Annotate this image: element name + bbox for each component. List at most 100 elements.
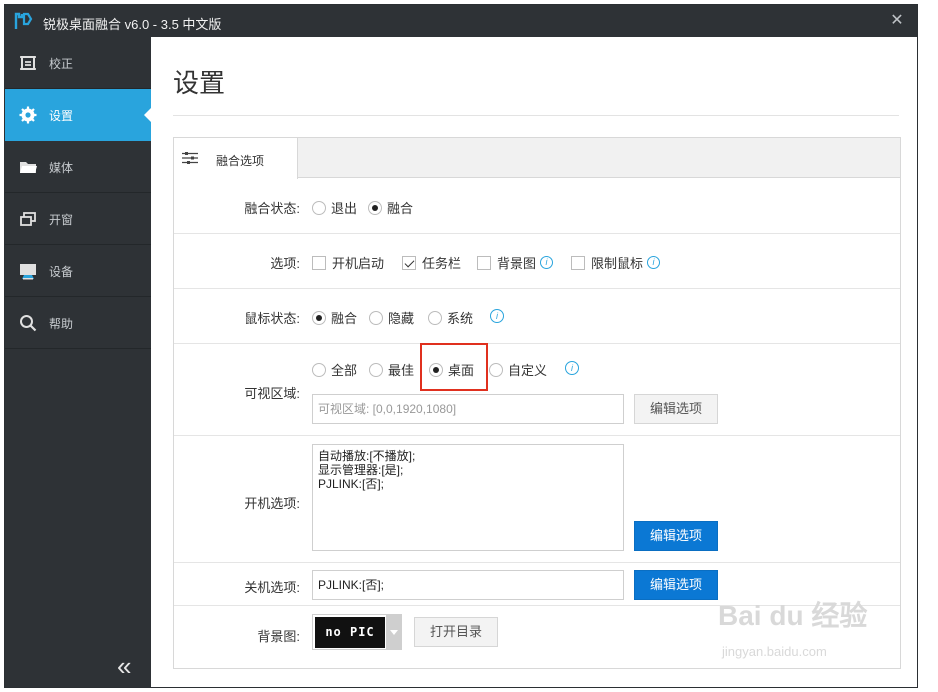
- app-window: 锐极桌面融合 v6.0 - 3.5 中文版 ✕ 校正 设置 媒体 开窗 设备 帮…: [4, 4, 918, 688]
- info-icon[interactable]: i: [565, 361, 579, 375]
- mouse-state-option-system[interactable]: 系统: [428, 308, 473, 327]
- option-label: 任务栏: [422, 256, 462, 271]
- tab-label: 融合选项: [216, 154, 265, 168]
- divider: [173, 115, 899, 116]
- visible-area-option-all[interactable]: 全部: [312, 360, 357, 379]
- boot-options-row: 开机选项: 自动播放:[不播放]; 显示管理器:[是]; PJLINK:[否];…: [174, 436, 900, 563]
- sidebar-item-label: 帮助: [49, 317, 74, 331]
- option-label: 限制鼠标: [591, 256, 644, 271]
- sidebar-item-window[interactable]: 开窗: [5, 193, 151, 245]
- boot-option-line: 自动播放:[不播放];: [318, 449, 416, 463]
- display-device-icon: [20, 264, 36, 280]
- sidebar-item-label: 校正: [49, 57, 74, 71]
- visible-area-option-desktop[interactable]: 桌面: [429, 360, 474, 379]
- radio-button[interactable]: [368, 200, 382, 215]
- option-label: 退出: [331, 201, 358, 216]
- checkbox[interactable]: [402, 255, 416, 270]
- sidebar: 校正 设置 媒体 开窗 设备 帮助 «: [5, 37, 152, 687]
- boot-options-textarea[interactable]: 自动播放:[不播放]; 显示管理器:[是]; PJLINK:[否];: [312, 444, 624, 551]
- boot-options-edit-button[interactable]: 编辑选项: [634, 521, 718, 551]
- watermark: Bai du 经验: [718, 600, 868, 631]
- option-label: 开机启动: [332, 256, 385, 271]
- collapse-sidebar-button[interactable]: «: [117, 651, 131, 682]
- radio-button[interactable]: [369, 310, 383, 325]
- radio-button[interactable]: [428, 310, 442, 325]
- background-thumbnail: no PIC: [315, 617, 385, 648]
- option-label: 桌面: [448, 363, 475, 378]
- blend-state-label: 融合状态:: [244, 201, 300, 216]
- visible-area-edit-button[interactable]: 编辑选项: [634, 394, 718, 424]
- radio-button[interactable]: [489, 362, 503, 377]
- close-button[interactable]: ✕: [887, 11, 907, 31]
- app-logo-icon: [14, 12, 33, 29]
- sidebar-item-media[interactable]: 媒体: [5, 141, 151, 193]
- main-content: 设置 融合选项 融合状态: 退出 融合 选项: 开机启动 任务栏 背景图 i 限…: [151, 37, 917, 687]
- options-row: 选项: 开机启动 任务栏 背景图 i 限制鼠标 i: [174, 234, 900, 289]
- options-label: 选项:: [270, 256, 300, 271]
- option-label: 全部: [331, 363, 358, 378]
- option-background[interactable]: 背景图 i: [477, 253, 554, 272]
- sidebar-item-settings[interactable]: 设置: [5, 89, 152, 141]
- checkbox[interactable]: [477, 255, 491, 270]
- sidebar-item-label: 设置: [49, 109, 74, 123]
- radio-button[interactable]: [429, 362, 443, 377]
- mouse-state-option-hide[interactable]: 隐藏: [369, 308, 414, 327]
- blend-state-row: 融合状态: 退出 融合: [174, 179, 900, 234]
- option-autostart[interactable]: 开机启动: [312, 253, 384, 272]
- shutdown-options-field[interactable]: PJLINK:[否];: [312, 570, 624, 600]
- option-label: 最佳: [388, 363, 415, 378]
- tab-blend-options[interactable]: 融合选项: [174, 138, 298, 179]
- sidebar-item-help[interactable]: 帮助: [5, 297, 151, 349]
- checkbox[interactable]: [571, 255, 585, 270]
- option-taskbar[interactable]: 任务栏: [402, 253, 461, 272]
- sidebar-item-label: 设备: [49, 265, 74, 279]
- boot-option-line: PJLINK:[否];: [318, 477, 385, 491]
- watermark-url: jingyan.baidu.com: [722, 644, 827, 659]
- open-folder-button[interactable]: 打开目录: [414, 617, 498, 647]
- shutdown-options-edit-button[interactable]: 编辑选项: [634, 570, 718, 600]
- folder-icon: [20, 162, 37, 173]
- shutdown-options-label: 关机选项:: [244, 580, 300, 595]
- sidebar-item-label: 媒体: [49, 161, 74, 175]
- chevron-down-icon[interactable]: [386, 615, 401, 649]
- window-icon: [20, 212, 36, 226]
- option-label: 背景图: [497, 256, 537, 271]
- page-title: 设置: [173, 68, 226, 98]
- checkbox[interactable]: [312, 255, 326, 270]
- background-image-select[interactable]: no PIC: [312, 614, 402, 650]
- search-icon: [20, 315, 37, 332]
- option-label: 融合: [331, 311, 358, 326]
- title-bar: 锐极桌面融合 v6.0 - 3.5 中文版 ✕: [5, 5, 917, 37]
- sidebar-item-label: 开窗: [49, 213, 74, 227]
- tab-strip: 融合选项: [174, 138, 900, 179]
- mouse-state-label: 鼠标状态:: [244, 311, 300, 326]
- info-icon[interactable]: i: [540, 256, 554, 269]
- boot-options-label: 开机选项:: [244, 496, 300, 511]
- gear-icon: [19, 106, 37, 124]
- info-icon[interactable]: i: [647, 256, 661, 269]
- mouse-state-row: 鼠标状态: 融合 隐藏 系统 i: [174, 289, 900, 344]
- visible-area-option-custom[interactable]: 自定义: [489, 360, 547, 379]
- option-label: 隐藏: [388, 311, 415, 326]
- boot-option-line: 显示管理器:[是];: [318, 463, 404, 477]
- radio-button[interactable]: [369, 362, 383, 377]
- calibrate-icon: [20, 56, 36, 70]
- option-label: 自定义: [508, 363, 548, 378]
- option-label: 融合: [387, 201, 414, 216]
- sidebar-item-calibrate[interactable]: 校正: [5, 37, 151, 89]
- option-limit-mouse[interactable]: 限制鼠标 i: [571, 253, 661, 272]
- option-label: 系统: [447, 311, 474, 326]
- sidebar-item-device[interactable]: 设备: [5, 245, 151, 297]
- visible-area-option-best[interactable]: 最佳: [369, 360, 414, 379]
- blend-state-option-exit[interactable]: 退出: [312, 198, 357, 217]
- info-icon[interactable]: i: [490, 309, 504, 323]
- mouse-state-option-blend[interactable]: 融合: [312, 308, 357, 327]
- sliders-icon: [182, 152, 198, 164]
- radio-button[interactable]: [312, 310, 326, 325]
- blend-state-option-blend[interactable]: 融合: [368, 198, 413, 217]
- radio-button[interactable]: [312, 362, 326, 377]
- window-title: 锐极桌面融合 v6.0 - 3.5 中文版: [43, 17, 222, 32]
- background-label: 背景图:: [257, 629, 300, 644]
- visible-area-field[interactable]: 可视区域: [0,0,1920,1080]: [312, 394, 624, 424]
- radio-button[interactable]: [312, 200, 326, 215]
